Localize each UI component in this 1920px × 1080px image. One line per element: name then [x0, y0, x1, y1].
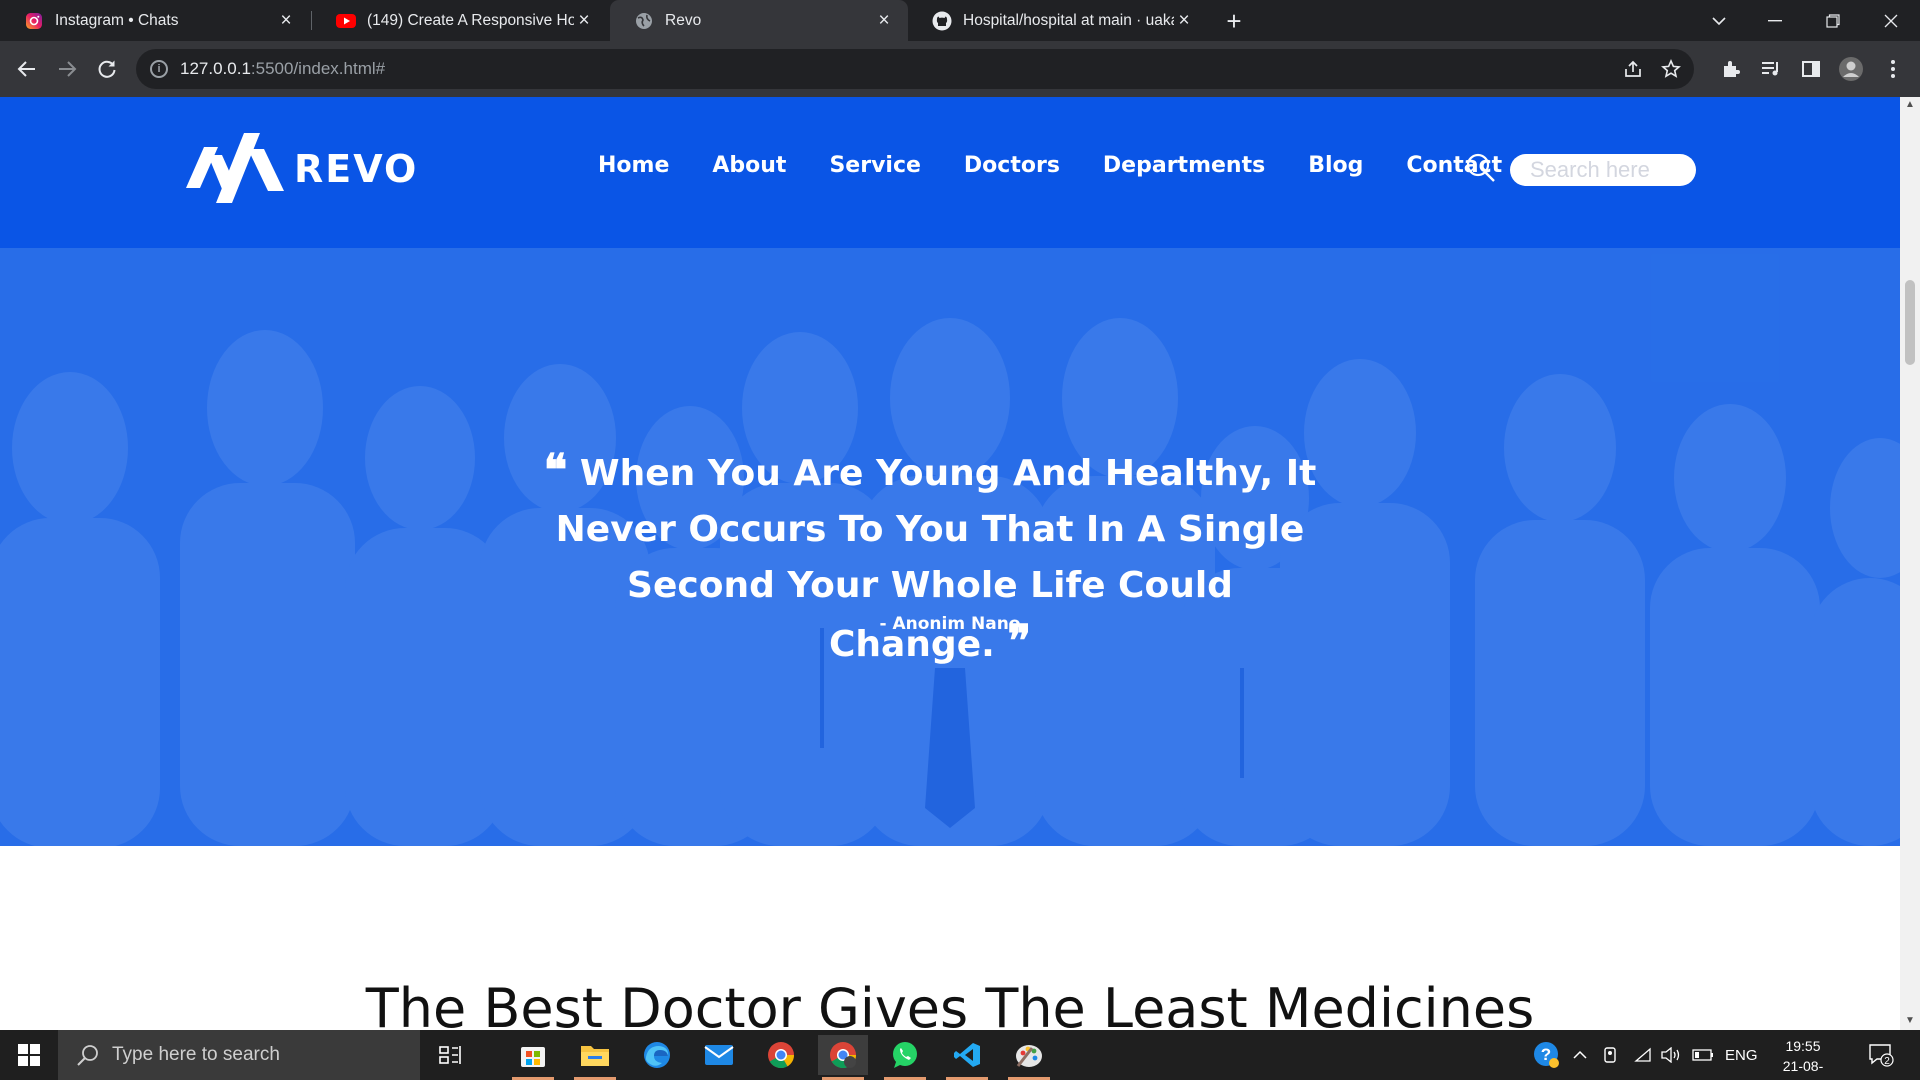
tab-title: Instagram • Chats [55, 11, 179, 29]
url-text[interactable]: 127.0.0.1:5500/index.html# [180, 59, 385, 79]
taskbar-search-placeholder: Type here to search [112, 1044, 280, 1065]
page-viewport: REVO Home About Service Doctors Departme… [0, 97, 1900, 1030]
browser-tab-strip: Instagram • Chats × (149) Create A Respo… [0, 0, 1920, 41]
github-icon [932, 11, 952, 31]
meet-now-icon[interactable] [1602, 1030, 1618, 1080]
notification-count: 2 [1884, 1056, 1890, 1067]
nav-service[interactable]: Service [829, 153, 920, 178]
tab-instagram[interactable]: Instagram • Chats × [0, 0, 310, 41]
show-hidden-icons-icon[interactable] [1572, 1030, 1588, 1080]
windows-taskbar: Type here to search ? ENG 19:55 21-08- 2 [0, 1030, 1920, 1080]
close-icon[interactable]: × [574, 10, 594, 31]
nav-blog[interactable]: Blog [1308, 153, 1363, 178]
battery-icon[interactable] [1692, 1030, 1714, 1080]
profile-avatar[interactable] [1838, 56, 1864, 82]
close-icon[interactable]: × [874, 10, 894, 31]
hero-quote: ❝ When You Are Young And Healthy, It Nev… [540, 443, 1320, 673]
logo-text: REVO [294, 147, 419, 191]
task-view-icon[interactable] [425, 1035, 475, 1075]
revo-logo-mark [186, 133, 284, 203]
edge-browser-icon[interactable] [632, 1035, 682, 1075]
nav-doctors[interactable]: Doctors [964, 153, 1060, 178]
forward-button[interactable] [49, 51, 85, 87]
share-icon[interactable] [1622, 58, 1644, 80]
site-logo[interactable]: REVO [182, 133, 418, 205]
clock-time: 19:55 [1785, 1038, 1821, 1054]
wifi-icon[interactable] [1634, 1030, 1652, 1080]
youtube-icon [336, 11, 356, 31]
tab-title: Revo [665, 11, 702, 29]
tab-title: (149) Create A Responsive Hospit [367, 11, 574, 29]
nav-departments[interactable]: Departments [1103, 153, 1265, 178]
tab-revo[interactable]: Revo × [610, 0, 908, 41]
hero-banner: ❝ When You Are Young And Healthy, It Nev… [0, 248, 1900, 846]
chrome-icon[interactable] [756, 1035, 806, 1075]
mail-icon[interactable] [694, 1035, 744, 1075]
chrome-profile-icon[interactable] [818, 1035, 868, 1080]
back-button[interactable] [9, 51, 45, 87]
taskbar-search-box[interactable]: Type here to search [58, 1030, 420, 1080]
menu-kebab-icon[interactable] [1880, 56, 1906, 82]
url-path: :5500/index.html# [250, 59, 386, 78]
notification-center-icon[interactable]: 2 [1868, 1030, 1894, 1080]
file-explorer-icon[interactable] [570, 1035, 620, 1080]
side-panel-icon[interactable] [1798, 56, 1824, 82]
close-icon[interactable]: × [1174, 10, 1194, 31]
scrollbar-thumb[interactable] [1905, 280, 1915, 365]
extensions-icon[interactable] [1718, 56, 1744, 82]
scroll-down-icon[interactable]: ▼ [1905, 1015, 1915, 1026]
tab-title: Hospital/hospital at main · uakasl [963, 11, 1174, 29]
new-tab-button[interactable]: + [1218, 6, 1250, 36]
reload-button[interactable] [89, 51, 125, 87]
quote-line: When You Are Young And Healthy, It [579, 453, 1317, 494]
language-indicator[interactable]: ENG [1725, 1030, 1758, 1080]
section-title: The Best Doctor Gives The Least Medicine… [365, 977, 1535, 1030]
quote-line: Never Occurs To You That In A Single [555, 509, 1305, 550]
close-icon[interactable]: × [276, 10, 296, 31]
microsoft-store-icon[interactable] [508, 1035, 558, 1080]
search-icon[interactable] [1466, 153, 1496, 183]
paint-icon[interactable] [1004, 1035, 1054, 1080]
restore-button[interactable] [1810, 0, 1856, 41]
search-input[interactable] [1510, 154, 1696, 186]
tab-youtube[interactable]: (149) Create A Responsive Hospit × [312, 0, 608, 41]
browser-toolbar: i 127.0.0.1:5500/index.html# [0, 41, 1920, 97]
scroll-up-icon[interactable]: ▲ [1905, 99, 1915, 110]
address-bar[interactable]: i 127.0.0.1:5500/index.html# [136, 49, 1694, 89]
quote-author: - Anonim Nano [879, 614, 1021, 634]
help-icon[interactable]: ? [1532, 1030, 1562, 1080]
nav-about[interactable]: About [712, 153, 786, 178]
media-control-icon[interactable] [1758, 56, 1784, 82]
whatsapp-icon[interactable] [880, 1035, 930, 1080]
site-header: REVO Home About Service Doctors Departme… [0, 97, 1900, 248]
nav-home[interactable]: Home [598, 153, 669, 178]
site-info-icon[interactable]: i [150, 60, 168, 78]
start-button[interactable] [0, 1030, 58, 1080]
close-window-button[interactable] [1868, 0, 1914, 41]
globe-icon [634, 11, 654, 31]
search-icon [77, 1045, 98, 1066]
page-scrollbar[interactable]: ▲ ▼ [1900, 97, 1920, 1030]
main-nav: Home About Service Doctors Departments B… [598, 153, 1545, 178]
bookmark-star-icon[interactable] [1660, 58, 1682, 80]
clock-date: 21-08-2023 [1782, 1058, 1824, 1080]
volume-icon[interactable] [1660, 1030, 1682, 1080]
instagram-icon [24, 11, 44, 31]
vscode-icon[interactable] [942, 1035, 992, 1080]
minimize-button[interactable] [1752, 0, 1798, 41]
url-host: 127.0.0.1 [180, 59, 251, 78]
windows-icon [18, 1044, 40, 1066]
tab-github[interactable]: Hospital/hospital at main · uakasl × [908, 0, 1208, 41]
tab-search-button[interactable] [1696, 0, 1742, 41]
open-quote-icon: ❝ [543, 445, 568, 496]
taskbar-clock[interactable]: 19:55 21-08-2023 [1768, 1036, 1838, 1080]
